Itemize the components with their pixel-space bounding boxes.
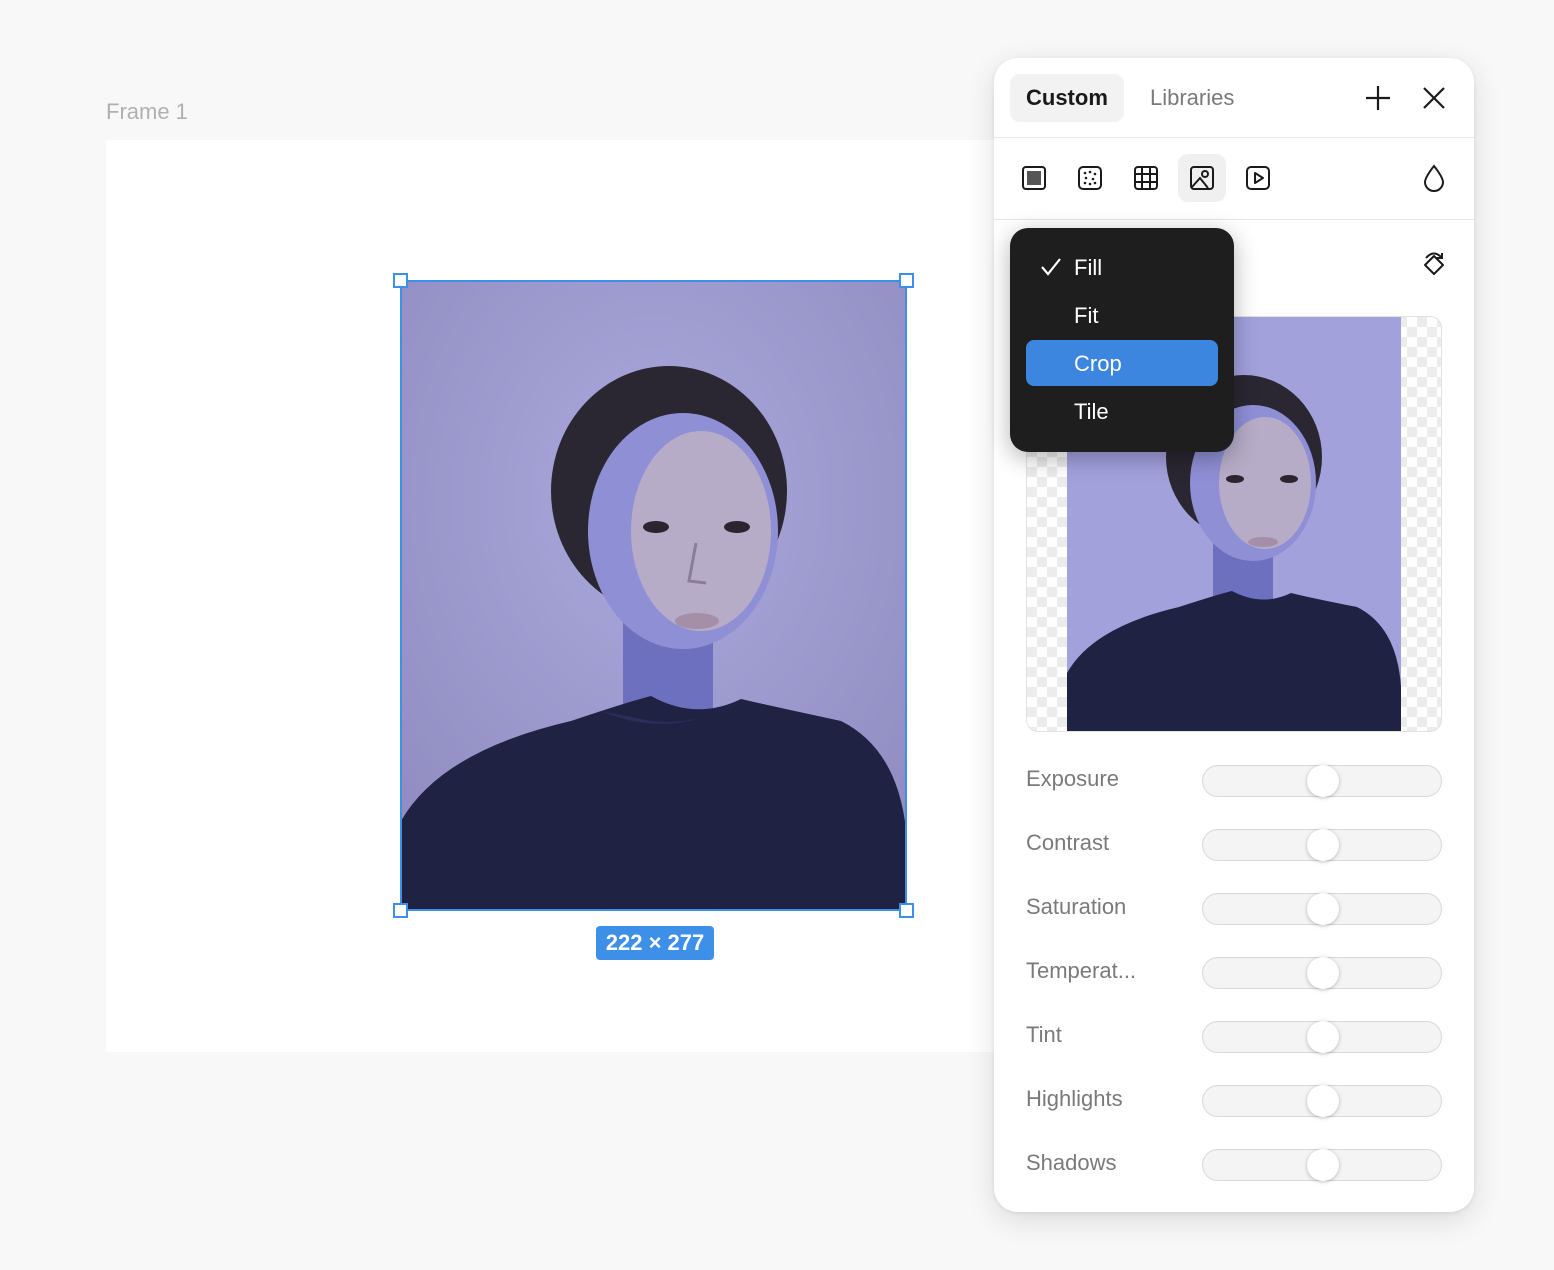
adjustment-contrast: Contrast (1026, 824, 1442, 864)
saturation-label: Saturation (1026, 894, 1127, 919)
temperature-slider-knob[interactable] (1307, 957, 1339, 989)
close-button[interactable] (1416, 80, 1452, 116)
tint-slider-knob[interactable] (1307, 1021, 1339, 1053)
dimensions-badge: 222 × 277 (596, 926, 714, 960)
resize-handle-bottom-left[interactable] (393, 903, 408, 918)
plus-icon (1366, 86, 1390, 110)
exposure-label: Exposure (1026, 766, 1119, 791)
noise-fill-button[interactable] (1066, 154, 1114, 202)
exposure-slider-knob[interactable] (1307, 765, 1339, 797)
panel-header: Custom Libraries (994, 58, 1474, 138)
rotate-icon (1424, 252, 1444, 275)
tab-libraries[interactable]: Libraries (1134, 74, 1250, 122)
shadows-slider[interactable] (1202, 1149, 1442, 1181)
scale-mode-dropdown: Fill Fit Crop Tile (1010, 228, 1234, 452)
adjustment-temperature: Temperat... (1026, 952, 1442, 992)
resize-handle-bottom-right[interactable] (899, 903, 914, 918)
exposure-slider[interactable] (1202, 765, 1442, 797)
saturation-slider[interactable] (1202, 893, 1442, 925)
highlights-slider-knob[interactable] (1307, 1085, 1339, 1117)
close-icon (1423, 87, 1445, 109)
adjustment-tint: Tint (1026, 1016, 1442, 1056)
check-icon (1041, 258, 1061, 276)
dropdown-item-fill[interactable]: Fill (1026, 244, 1218, 290)
resize-handle-top-right[interactable] (899, 273, 914, 288)
shadows-slider-knob[interactable] (1307, 1149, 1339, 1181)
tint-label: Tint (1026, 1022, 1062, 1047)
drop-icon (1423, 164, 1445, 192)
contrast-label: Contrast (1026, 830, 1110, 855)
highlights-slider[interactable] (1202, 1085, 1442, 1117)
dropdown-item-fit[interactable]: Fit (1026, 292, 1218, 338)
rotate-button[interactable] (1418, 250, 1450, 282)
selected-image[interactable] (401, 281, 907, 911)
image-fill-button[interactable] (1178, 154, 1226, 202)
frame-label[interactable]: Frame 1 (106, 99, 188, 125)
video-fill-icon (1246, 166, 1270, 190)
image-fill-icon (1190, 166, 1214, 190)
adjustment-exposure: Exposure (1026, 760, 1442, 800)
noise-fill-icon (1078, 166, 1102, 190)
fill-type-toolbar (994, 138, 1474, 220)
video-fill-button[interactable] (1234, 154, 1282, 202)
opacity-button[interactable] (1410, 154, 1458, 202)
pattern-fill-button[interactable] (1122, 154, 1170, 202)
dropdown-item-label: Crop (1074, 351, 1122, 376)
dropdown-item-label: Fit (1074, 303, 1099, 328)
tint-slider[interactable] (1202, 1021, 1442, 1053)
contrast-slider-knob[interactable] (1307, 829, 1339, 861)
tab-custom[interactable]: Custom (1010, 74, 1124, 122)
dropdown-item-label: Tile (1074, 399, 1109, 424)
pattern-fill-icon (1134, 166, 1158, 190)
adjustment-shadows: Shadows (1026, 1144, 1442, 1184)
temperature-slider[interactable] (1202, 957, 1442, 989)
temperature-label: Temperat... (1026, 958, 1137, 983)
shadows-label: Shadows (1026, 1150, 1117, 1175)
solid-fill-button[interactable] (1010, 154, 1058, 202)
resize-handle-top-left[interactable] (393, 273, 408, 288)
contrast-slider[interactable] (1202, 829, 1442, 861)
dropdown-item-crop[interactable]: Crop (1026, 340, 1218, 386)
adjustment-saturation: Saturation (1026, 888, 1442, 928)
dropdown-item-label: Fill (1074, 255, 1103, 280)
adjustment-highlights: Highlights (1026, 1080, 1442, 1120)
dropdown-item-tile[interactable]: Tile (1026, 388, 1218, 434)
solid-fill-icon (1022, 166, 1046, 190)
highlights-label: Highlights (1026, 1086, 1123, 1111)
add-button[interactable] (1360, 80, 1396, 116)
saturation-slider-knob[interactable] (1307, 893, 1339, 925)
